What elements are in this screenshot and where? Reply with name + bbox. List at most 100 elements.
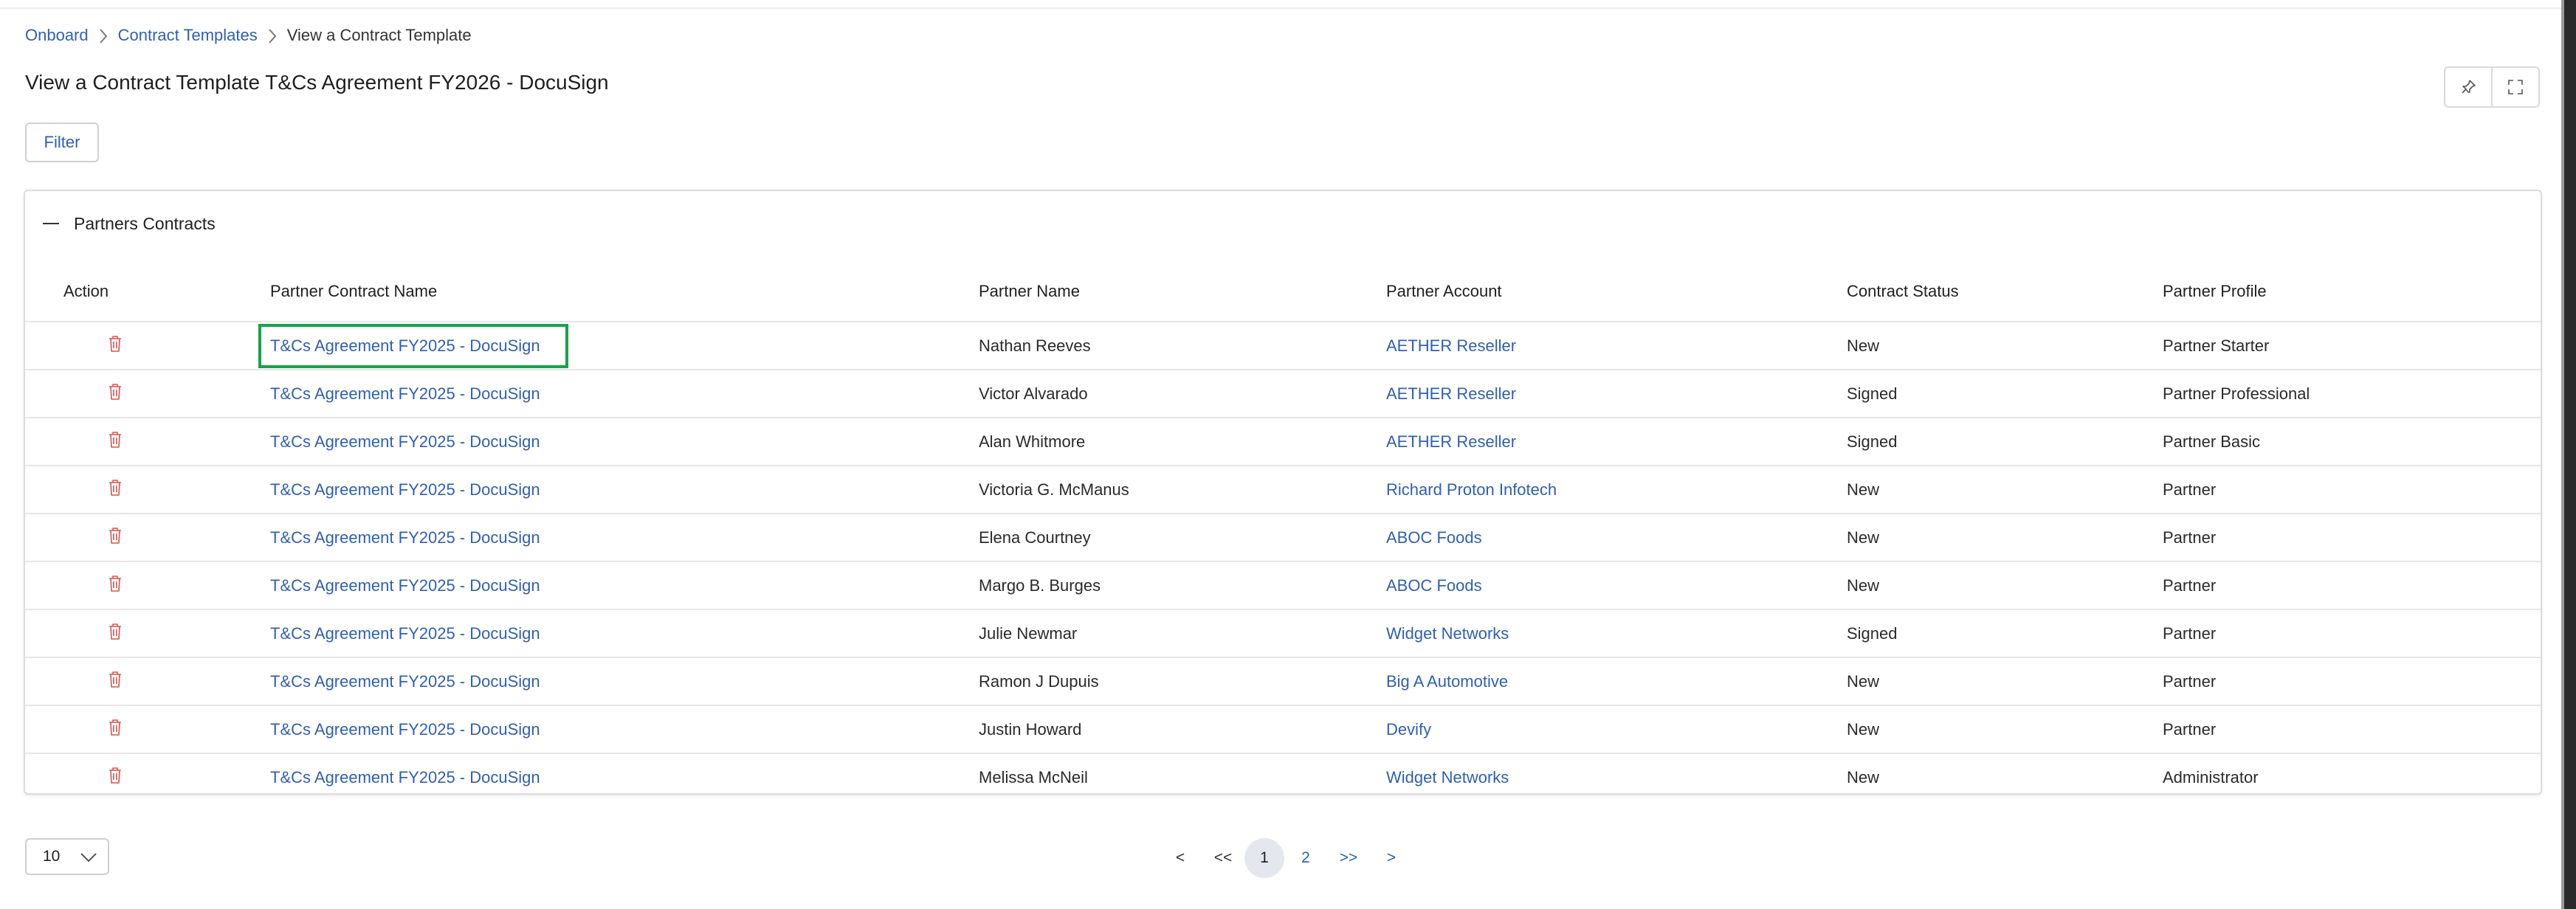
- contract-name-link[interactable]: T&Cs Agreement FY2025 - DocuSign: [270, 528, 540, 547]
- partner-account-cell: Richard Proton Infotech: [1386, 466, 1847, 514]
- collapse-icon[interactable]: [43, 223, 59, 224]
- trash-icon[interactable]: [108, 335, 123, 357]
- first-page-button[interactable]: <<: [1202, 849, 1244, 867]
- partner-account-link[interactable]: Devify: [1386, 720, 1431, 739]
- action-cell: [25, 753, 270, 801]
- page-1-button[interactable]: 1: [1244, 838, 1284, 878]
- partner-profile-cell: Partner Professional: [2163, 370, 2541, 418]
- table-row: T&Cs Agreement FY2025 - DocuSign Ramon J …: [25, 657, 2541, 706]
- partner-name-cell: Ramon J Dupuis: [979, 657, 1386, 706]
- contract-status-cell: New: [1847, 767, 1880, 787]
- partner-profile-cell: Partner: [2163, 657, 2541, 706]
- header-partner-name[interactable]: Partner Name: [979, 262, 1386, 322]
- contract-name-cell: T&Cs Agreement FY2025 - DocuSign: [270, 657, 979, 706]
- top-divider: [0, 0, 2561, 9]
- partner-name-cell: Alan Whitmore: [979, 418, 1386, 466]
- contract-name-cell: T&Cs Agreement FY2025 - DocuSign: [270, 705, 979, 754]
- breadcrumb-onboard[interactable]: Onboard: [25, 26, 89, 45]
- contract-name-link[interactable]: T&Cs Agreement FY2025 - DocuSign: [270, 672, 540, 691]
- next-page-button[interactable]: >: [1370, 849, 1413, 867]
- contract-name-cell: T&Cs Agreement FY2025 - DocuSign: [270, 466, 979, 514]
- pin-icon: [2462, 80, 2476, 94]
- pin-button[interactable]: [2445, 68, 2491, 106]
- header-partner-account[interactable]: Partner Account: [1386, 262, 1847, 322]
- prev-page-button[interactable]: <: [1159, 849, 1202, 867]
- contract-name-link[interactable]: T&Cs Agreement FY2025 - DocuSign: [270, 480, 540, 499]
- contract-status-cell: New: [1847, 322, 2163, 370]
- header-contract-status[interactable]: Contract Status: [1847, 262, 2163, 322]
- partner-account-link[interactable]: ABOC Foods: [1386, 528, 1482, 547]
- partner-account-cell: ABOC Foods: [1386, 514, 1847, 562]
- contract-status-cell: Signed: [1847, 609, 2163, 658]
- contract-name-link[interactable]: T&Cs Agreement FY2025 - DocuSign: [270, 432, 540, 451]
- table-row: T&Cs Agreement FY2025 - DocuSign Margo B.…: [25, 561, 2541, 610]
- action-cell: [25, 370, 270, 418]
- partner-account-cell: AETHER Reseller: [1386, 370, 1847, 418]
- trash-icon[interactable]: [108, 383, 123, 405]
- trash-icon[interactable]: [108, 671, 123, 693]
- fullscreen-button[interactable]: [2491, 68, 2538, 106]
- trash-icon[interactable]: [108, 431, 123, 453]
- table-row: T&Cs Agreement FY2025 - DocuSign Julie Ne…: [25, 609, 2541, 658]
- page-size-select[interactable]: 10: [25, 838, 109, 875]
- contract-name-cell: T&Cs Agreement FY2025 - DocuSign: [270, 418, 979, 466]
- partner-name-cell: Julie Newmar: [979, 609, 1386, 658]
- header-partner-profile[interactable]: Partner Profile: [2163, 262, 2541, 322]
- contract-name-cell: T&Cs Agreement FY2025 - DocuSign: [270, 609, 979, 658]
- page-title: View a Contract Template T&Cs Agreement …: [25, 71, 609, 94]
- last-page-button[interactable]: >>: [1327, 849, 1370, 867]
- contract-name-link[interactable]: T&Cs Agreement FY2025 - DocuSign: [270, 576, 540, 595]
- partner-account-link[interactable]: Richard Proton Infotech: [1386, 480, 1557, 499]
- action-cell: [25, 322, 270, 370]
- trash-icon[interactable]: [108, 479, 123, 501]
- contract-name-link[interactable]: T&Cs Agreement FY2025 - DocuSign: [270, 384, 540, 403]
- table-row: T&Cs Agreement FY2025 - DocuSign Melissa …: [25, 753, 2541, 801]
- partner-account-link[interactable]: Big A Automotive: [1386, 672, 1508, 691]
- partner-account-link[interactable]: Widget Networks: [1386, 624, 1509, 643]
- contract-status-cell: Signed: [1847, 418, 2163, 466]
- partner-account-link[interactable]: ABOC Foods: [1386, 576, 1482, 595]
- title-actions: [2444, 66, 2540, 108]
- table-row: T&Cs Agreement FY2025 - DocuSign Alan Whi…: [25, 418, 2541, 466]
- trash-icon[interactable]: [108, 527, 123, 549]
- partner-account-link[interactable]: AETHER Reseller: [1386, 336, 1516, 355]
- contract-name-cell: T&Cs Agreement FY2025 - DocuSign: [270, 561, 979, 610]
- partners-contracts-panel: Partners Contracts Action Partner Contra…: [24, 190, 2542, 795]
- trash-icon[interactable]: [108, 623, 123, 645]
- pagination: < << 1 2 >> >: [1159, 838, 1413, 878]
- table-row: T&Cs Agreement FY2025 - DocuSign Victoria…: [25, 466, 2541, 514]
- partner-name-cell: Justin Howard: [979, 705, 1386, 754]
- partner-account-link[interactable]: AETHER Reseller: [1386, 432, 1516, 451]
- partner-profile-cell: Partner: [2163, 705, 2541, 754]
- filter-button[interactable]: Filter: [25, 122, 99, 162]
- page-size-value: 10: [43, 848, 61, 865]
- contract-status-cell: New: [1847, 466, 2163, 514]
- partner-account-link[interactable]: Widget Networks: [1386, 768, 1509, 787]
- contract-name-link[interactable]: T&Cs Agreement FY2025 - DocuSign: [270, 768, 540, 787]
- contract-status-cell: Signed: [1847, 370, 2163, 418]
- contract-status-cell: New: [1847, 657, 2163, 706]
- action-cell: [25, 609, 270, 658]
- table-row: T&Cs Agreement FY2025 - DocuSign Justin H…: [25, 705, 2541, 754]
- breadcrumb: Onboard Contract Templates View a Contra…: [25, 22, 472, 49]
- partner-profile-cell: Partner: [2163, 561, 2541, 610]
- contract-name-cell: T&Cs Agreement FY2025 - DocuSign: [270, 514, 979, 562]
- table-row: T&Cs Agreement FY2025 - DocuSign Elena Co…: [25, 514, 2541, 562]
- contract-name-link[interactable]: T&Cs Agreement FY2025 - DocuSign: [270, 720, 540, 739]
- contract-status-cell: New: [1847, 705, 2163, 754]
- partner-profile-cell: Partner: [2163, 466, 2541, 514]
- breadcrumb-contract-templates[interactable]: Contract Templates: [118, 26, 258, 45]
- trash-icon[interactable]: [108, 719, 123, 741]
- partner-account-cell: AETHER Reseller: [1386, 418, 1847, 466]
- partner-profile-cell: Partner: [2163, 514, 2541, 562]
- header-contract-name[interactable]: Partner Contract Name: [270, 262, 979, 322]
- trash-icon[interactable]: [108, 767, 123, 789]
- partner-name-cell: Nathan Reeves: [979, 322, 1386, 370]
- partner-account-cell: Devify: [1386, 705, 1847, 754]
- partner-name-cell: Melissa McNeil: [979, 767, 1088, 787]
- partner-account-link[interactable]: AETHER Reseller: [1386, 384, 1516, 403]
- contract-name-link[interactable]: T&Cs Agreement FY2025 - DocuSign: [270, 624, 540, 643]
- page-2-button[interactable]: 2: [1284, 849, 1327, 867]
- trash-icon[interactable]: [108, 575, 123, 597]
- chevron-right-icon: [258, 26, 287, 45]
